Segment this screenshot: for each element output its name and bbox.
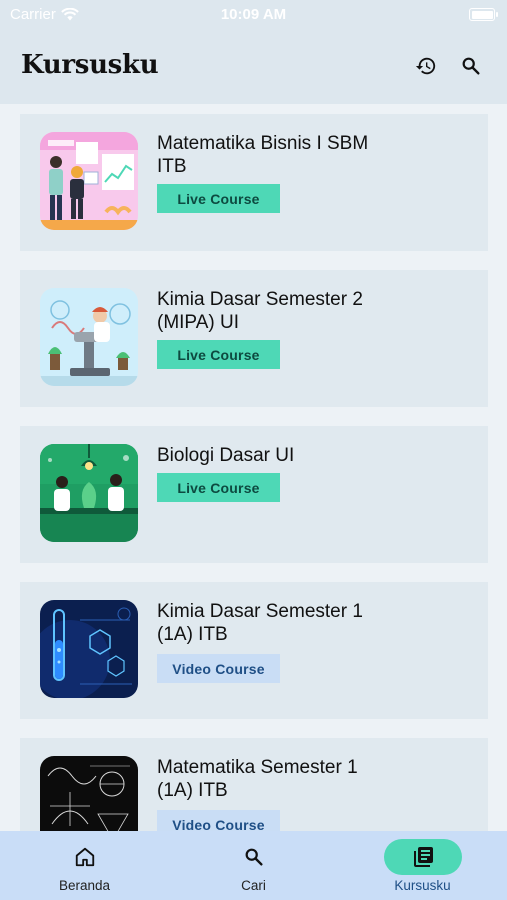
nav-pill xyxy=(46,839,124,875)
nav-item-beranda[interactable]: Beranda xyxy=(0,831,169,900)
course-list[interactable]: Matematika Bisnis I SBM ITB Live Course xyxy=(0,104,507,831)
nav-label: Kursusku xyxy=(394,878,451,893)
course-thumbnail xyxy=(40,132,138,230)
course-card[interactable]: Kimia Dasar Semester 2 (MIPA) UI Live Co… xyxy=(20,270,488,407)
page-title: Kursusku xyxy=(21,50,159,80)
search-button[interactable] xyxy=(455,50,487,82)
course-title: Matematika Bisnis I SBM ITB xyxy=(157,133,369,177)
course-title: Kimia Dasar Semester 2 (MIPA) UI xyxy=(157,289,363,333)
live-course-badge: Live Course xyxy=(157,184,280,213)
course-thumbnail xyxy=(40,756,138,831)
course-title: Matematika Semester 1 (1A) ITB xyxy=(157,757,358,801)
library-icon xyxy=(413,847,433,867)
course-card[interactable]: Matematika Bisnis I SBM ITB Live Course xyxy=(20,114,488,251)
course-title: Kimia Dasar Semester 1 (1A) ITB xyxy=(157,601,363,645)
course-card[interactable]: Biologi Dasar UI Live Course xyxy=(20,426,488,563)
course-card[interactable]: Kimia Dasar Semester 1 (1A) ITB Video Co… xyxy=(20,582,488,719)
history-button[interactable] xyxy=(410,50,442,82)
live-course-badge: Live Course xyxy=(157,340,280,369)
nav-item-cari[interactable]: Cari xyxy=(169,831,338,900)
nav-pill xyxy=(215,839,293,875)
video-course-badge: Video Course xyxy=(157,810,280,831)
live-course-badge: Live Course xyxy=(157,473,280,502)
status-bar: Carrier 10:09 AM xyxy=(0,0,507,30)
course-thumbnail xyxy=(40,600,138,698)
status-time: 10:09 AM xyxy=(220,6,287,23)
nav-label: Cari xyxy=(241,878,266,893)
app-header: Kursusku xyxy=(0,30,507,104)
history-icon xyxy=(415,57,436,75)
course-thumbnail xyxy=(40,444,138,542)
search-icon xyxy=(245,848,263,866)
course-card[interactable]: Matematika Semester 1 (1A) ITB Video Cou… xyxy=(20,738,488,831)
nav-item-kursusku[interactable]: Kursusku xyxy=(338,831,507,900)
nav-label: Beranda xyxy=(58,878,111,893)
home-icon xyxy=(75,847,94,867)
bottom-navigation: Beranda Cari Kursusku xyxy=(0,831,507,900)
video-course-badge: Video Course xyxy=(157,654,280,683)
battery-icon xyxy=(469,8,498,21)
search-icon xyxy=(462,57,480,75)
course-thumbnail xyxy=(40,288,138,386)
course-title: Biologi Dasar UI xyxy=(157,445,295,466)
nav-pill-active xyxy=(383,839,462,875)
